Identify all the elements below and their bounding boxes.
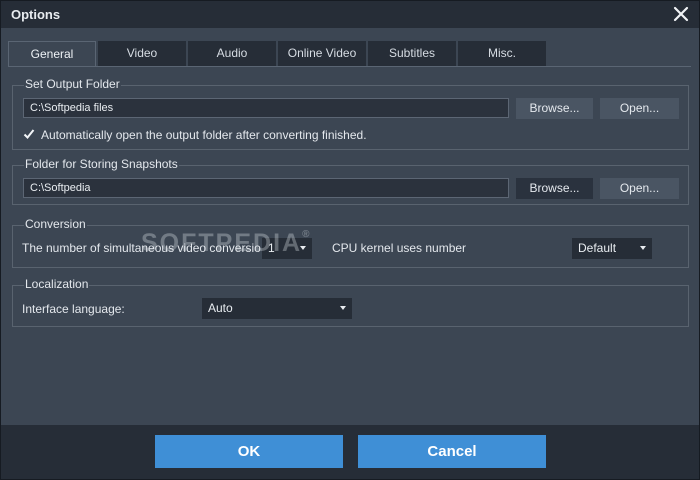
cancel-button[interactable]: Cancel — [358, 435, 546, 468]
footer-bar — [1, 425, 699, 479]
interface-language-label: Interface language: — [22, 302, 125, 316]
watermark-registered-mark: ® — [302, 229, 312, 240]
snapshots-group: Folder for Storing Snapshots C:\Softpedi… — [12, 157, 689, 205]
close-button[interactable] — [671, 4, 691, 24]
output-open-button[interactable]: Open... — [600, 98, 679, 119]
interface-language-value: Auto — [208, 301, 233, 315]
output-browse-button[interactable]: Browse... — [516, 98, 593, 119]
localization-group: Localization Interface language: Auto — [12, 277, 689, 327]
tab-divider — [8, 66, 691, 67]
tab-label: Subtitles — [388, 46, 436, 60]
output-folder-path-field[interactable]: C:\Softpedia files — [23, 98, 509, 118]
tab-label: Online Video — [287, 46, 357, 60]
interface-language-select[interactable]: Auto — [202, 298, 352, 319]
ok-button[interactable]: OK — [155, 435, 343, 468]
checkmark-icon — [23, 129, 35, 139]
auto-open-label: Automatically open the output folder aft… — [41, 128, 367, 142]
cpu-kernel-label: CPU kernel uses number — [332, 241, 467, 255]
chevron-down-icon — [340, 306, 346, 310]
tab-video[interactable]: Video — [98, 41, 186, 66]
localization-group-label: Localization — [24, 277, 90, 291]
tab-general[interactable]: General — [8, 41, 96, 66]
snapshots-browse-button[interactable]: Browse... — [516, 178, 593, 199]
title-bar[interactable]: Options — [1, 1, 699, 28]
snapshots-path-field[interactable]: C:\Softpedia — [23, 178, 509, 198]
tab-label: Video — [126, 46, 158, 60]
watermark-text: SOFTPEDIA — [141, 229, 303, 257]
output-folder-group: Set Output Folder C:\Softpedia files Bro… — [12, 77, 689, 150]
softpedia-watermark: SOFTPEDIA® — [141, 229, 311, 258]
snapshots-group-label: Folder for Storing Snapshots — [24, 157, 179, 171]
conversion-group-label: Conversion — [24, 217, 87, 231]
tab-label: Audio — [216, 46, 248, 60]
snapshots-open-button[interactable]: Open... — [600, 178, 679, 199]
tab-audio[interactable]: Audio — [188, 41, 276, 66]
conversion-group: Conversion The number of simultaneous vi… — [12, 217, 689, 268]
auto-open-checkbox[interactable] — [23, 128, 35, 140]
cpu-kernel-value: Default — [578, 241, 617, 255]
close-icon — [673, 6, 689, 22]
tab-label: General — [30, 47, 74, 61]
output-folder-group-label: Set Output Folder — [24, 77, 121, 91]
tab-misc[interactable]: Misc. — [458, 41, 546, 66]
options-dialog: Options General Video Audio Online Video… — [0, 0, 700, 480]
tab-subtitles[interactable]: Subtitles — [368, 41, 456, 66]
chevron-down-icon — [640, 246, 646, 250]
window-title: Options — [11, 7, 61, 22]
cpu-kernel-select[interactable]: Default — [572, 238, 652, 259]
tab-label: Misc. — [488, 46, 516, 60]
tab-online-video[interactable]: Online Video — [278, 41, 366, 66]
